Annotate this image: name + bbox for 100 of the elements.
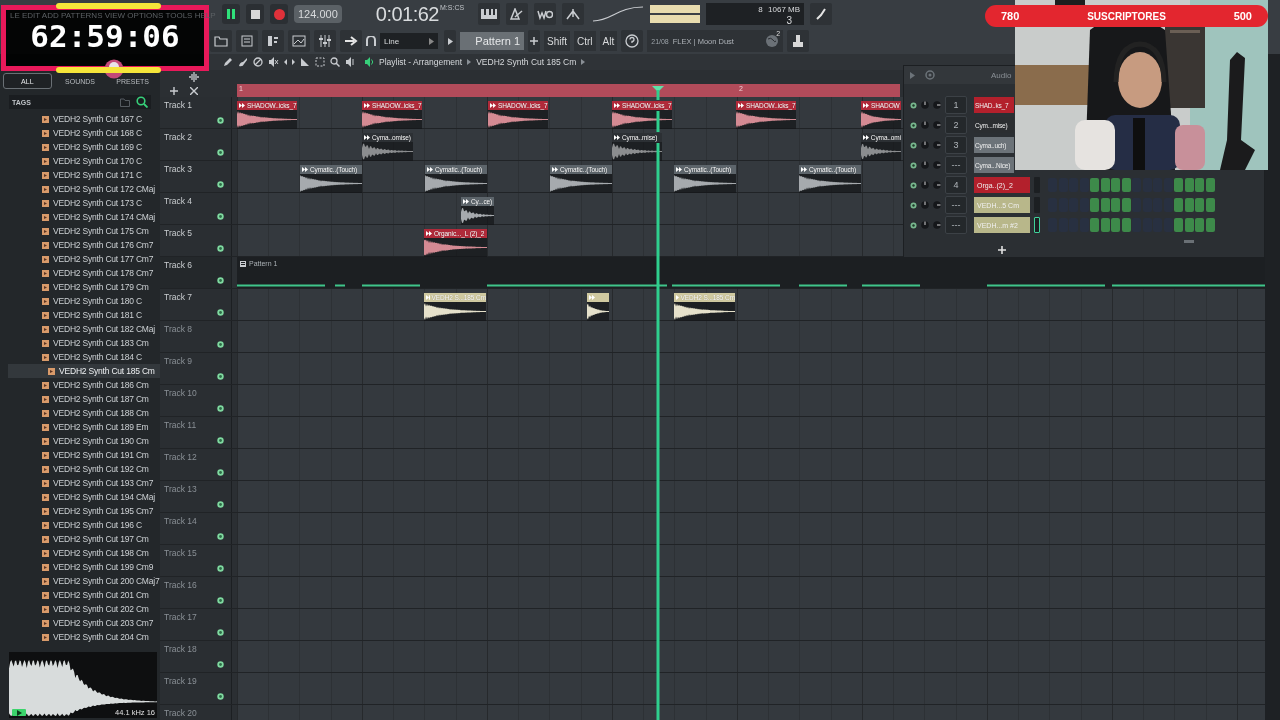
pan-knob[interactable] [921, 181, 929, 189]
browser-item[interactable]: VEDH2 Synth Cut 194 CMaj [0, 490, 160, 504]
pause-button[interactable] [222, 4, 240, 24]
mixer-icon[interactable] [314, 30, 336, 52]
step-button[interactable] [1205, 198, 1215, 212]
plus-icon[interactable] [170, 86, 178, 95]
mixer-track-number[interactable]: --- [945, 196, 967, 214]
browser-item[interactable]: VEDH2 Synth Cut 190 Cm [0, 434, 160, 448]
browser-item[interactable]: VEDH2 Synth Cut 182 CMaj [0, 322, 160, 336]
browser-item[interactable]: VEDH2 Synth Cut 172 CMaj [0, 182, 160, 196]
metronome-icon[interactable] [506, 3, 529, 25]
step-button[interactable] [1121, 198, 1131, 212]
step-button[interactable] [1174, 178, 1183, 192]
mute-icon[interactable] [268, 57, 279, 67]
clip-menu-icon[interactable] [426, 231, 432, 236]
browser-item[interactable]: VEDH2 Synth Cut 198 Cm [0, 546, 160, 560]
pan-knob[interactable] [921, 101, 929, 109]
clip-menu-icon[interactable] [738, 103, 744, 108]
audio-clip[interactable] [587, 293, 609, 321]
browser-item[interactable]: VEDH2 Synth Cut 183 Cm [0, 336, 160, 350]
browser-item[interactable]: VEDH2 Synth Cut 186 Cm [0, 378, 160, 392]
stamp-icon[interactable] [787, 30, 810, 52]
clip-menu-icon[interactable] [552, 167, 558, 172]
breadcrumb-item[interactable]: VEDH2 Synth Cut 185 Cm [476, 57, 577, 67]
add-pattern-button[interactable] [528, 30, 540, 52]
track-enable-led[interactable] [217, 469, 224, 476]
track-enable-led[interactable] [217, 565, 224, 572]
clip-menu-icon[interactable] [302, 167, 308, 172]
loop-record-icon[interactable] [534, 3, 557, 25]
browser-item[interactable]: VEDH2 Synth Cut 196 C [0, 518, 160, 532]
step-button[interactable] [1100, 218, 1110, 232]
browser-item[interactable]: VEDH2 Synth Cut 169 C [0, 140, 160, 154]
swing-knob-icon[interactable] [925, 70, 935, 80]
browser-item[interactable]: VEDH2 Synth Cut 201 Cm [0, 588, 160, 602]
track-lane[interactable] [237, 609, 1265, 640]
close-icon[interactable] [190, 86, 198, 95]
preview-play-button[interactable] [12, 709, 26, 716]
track-lane[interactable] [237, 417, 1265, 448]
browser-item[interactable]: VEDH2 Synth Cut 195 Cm7 [0, 504, 160, 518]
browser-item[interactable]: VEDH2 Synth Cut 177 Cm7 [0, 252, 160, 266]
step-button[interactable] [1205, 218, 1215, 232]
track-enable-led[interactable] [217, 309, 224, 316]
clip-menu-icon[interactable] [427, 167, 433, 172]
channel-led[interactable] [910, 141, 917, 149]
pan-knob[interactable] [921, 221, 929, 229]
modifier-key[interactable]: Shift [544, 31, 570, 51]
pencil-icon[interactable] [223, 57, 233, 67]
track-enable-led[interactable] [217, 341, 224, 348]
track-lane[interactable] [237, 641, 1265, 672]
volume-knob[interactable] [933, 161, 941, 169]
modifier-key[interactable]: Ctrl [574, 31, 596, 51]
channel-select-indicator[interactable] [1034, 217, 1040, 233]
browser-item[interactable]: VEDH2 Synth Cut 197 Cm [0, 532, 160, 546]
snap-dropdown[interactable]: Line [380, 33, 438, 49]
mixer-track-number[interactable]: 3 [945, 136, 967, 154]
plugin-icon[interactable] [810, 3, 833, 25]
step-button[interactable] [1184, 198, 1194, 212]
track-enable-led[interactable] [217, 597, 224, 604]
mixer-track-number[interactable]: --- [945, 156, 967, 174]
browser-item[interactable]: VEDH2 Synth Cut 176 Cm7 [0, 238, 160, 252]
pattern-selector[interactable]: Pattern 1 [460, 32, 524, 50]
clip-menu-icon[interactable] [863, 103, 869, 108]
step-button[interactable] [1111, 198, 1120, 212]
track-enable-led[interactable] [217, 117, 224, 124]
channel-led[interactable] [910, 161, 917, 169]
track-enable-led[interactable] [217, 245, 224, 252]
playlist-icon[interactable] [288, 30, 310, 52]
browser-item[interactable]: VEDH2 Synth Cut 170 C [0, 154, 160, 168]
channel-led[interactable] [910, 181, 917, 189]
step-button[interactable] [1195, 178, 1204, 192]
browser-item[interactable]: VEDH2 Synth Cut 184 C [0, 350, 160, 364]
volume-knob[interactable] [933, 201, 941, 209]
clip-menu-icon[interactable] [676, 167, 682, 172]
track-enable-led[interactable] [217, 181, 224, 188]
select-icon[interactable] [315, 57, 325, 67]
browser-item[interactable]: VEDH2 Synth Cut 191 Cm [0, 448, 160, 462]
track-lane[interactable] [237, 577, 1265, 608]
clip-menu-icon[interactable] [589, 295, 595, 300]
pan-knob[interactable] [921, 201, 929, 209]
track-lane[interactable] [237, 513, 1265, 544]
clip-menu-icon[interactable] [239, 103, 245, 108]
step-button[interactable] [1100, 198, 1110, 212]
track-lane[interactable] [237, 353, 1265, 384]
channel-led[interactable] [910, 221, 917, 229]
channel-led[interactable] [910, 201, 917, 209]
mixer-track-number[interactable]: 1 [945, 96, 967, 114]
mixer-track-number[interactable]: 4 [945, 176, 967, 194]
browser-item[interactable]: VEDH2 Synth Cut 200 CMaj7 [0, 574, 160, 588]
browser-item[interactable]: VEDH2 Synth Cut 180 C [0, 294, 160, 308]
scrollbar-track[interactable] [1265, 54, 1280, 720]
browser-item[interactable]: VEDH2 Synth Cut 185 Cm [8, 364, 160, 378]
step-button[interactable] [1100, 178, 1110, 192]
step-button[interactable] [1184, 178, 1194, 192]
folder-icon[interactable] [210, 30, 232, 52]
clip-menu-icon[interactable] [364, 135, 370, 140]
browser-item[interactable]: VEDH2 Synth Cut 168 C [0, 126, 160, 140]
clip-menu-icon[interactable] [614, 135, 620, 140]
channel-led[interactable] [910, 121, 917, 129]
speaker-icon[interactable] [364, 57, 374, 67]
magnet-icon[interactable] [366, 36, 376, 46]
